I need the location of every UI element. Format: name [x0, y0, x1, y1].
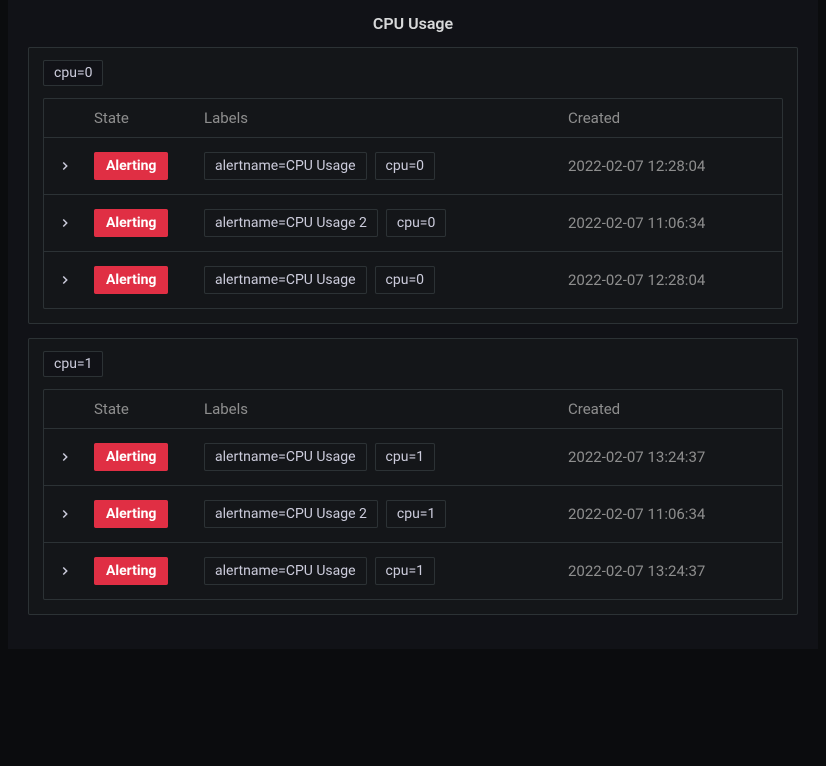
alert-panel: CPU Usage cpu=0 State Labels Created Ale… [8, 0, 818, 649]
labels-cell: alertname=CPU Usage cpu=1 [204, 443, 568, 471]
header-state: State [94, 109, 204, 127]
panel-title: CPU Usage [8, 0, 818, 47]
labels-cell: alertname=CPU Usage 2 cpu=1 [204, 500, 568, 528]
expand-toggle[interactable] [58, 564, 94, 578]
label-chip[interactable]: alertname=CPU Usage [204, 152, 367, 180]
label-chip[interactable]: alertname=CPU Usage [204, 557, 367, 585]
group-tag[interactable]: cpu=1 [43, 351, 103, 377]
state-badge: Alerting [94, 152, 168, 180]
expand-toggle[interactable] [58, 159, 94, 173]
chevron-right-icon [58, 564, 72, 578]
label-chip[interactable]: cpu=1 [386, 500, 446, 528]
created-timestamp: 2022-02-07 11:06:34 [568, 505, 768, 523]
header-labels: Labels [204, 400, 568, 418]
label-chip[interactable]: cpu=0 [375, 266, 435, 294]
chevron-right-icon [58, 450, 72, 464]
table-row: Alerting alertname=CPU Usage cpu=0 2022-… [44, 137, 782, 194]
label-chip[interactable]: alertname=CPU Usage [204, 443, 367, 471]
group-tag[interactable]: cpu=0 [43, 60, 103, 86]
labels-cell: alertname=CPU Usage cpu=0 [204, 152, 568, 180]
table-row: Alerting alertname=CPU Usage cpu=1 2022-… [44, 542, 782, 599]
header-created: Created [568, 109, 768, 127]
created-timestamp: 2022-02-07 12:28:04 [568, 271, 768, 289]
state-badge: Alerting [94, 443, 168, 471]
label-chip[interactable]: cpu=0 [386, 209, 446, 237]
state-badge: Alerting [94, 209, 168, 237]
labels-cell: alertname=CPU Usage cpu=1 [204, 557, 568, 585]
table-header: State Labels Created [44, 99, 782, 137]
labels-cell: alertname=CPU Usage cpu=0 [204, 266, 568, 294]
alert-group: cpu=1 State Labels Created Alerting aler… [28, 338, 798, 615]
label-chip[interactable]: cpu=1 [375, 443, 435, 471]
table-row: Alerting alertname=CPU Usage cpu=1 2022-… [44, 428, 782, 485]
alert-table: State Labels Created Alerting alertname=… [43, 98, 783, 309]
label-chip[interactable]: alertname=CPU Usage 2 [204, 500, 378, 528]
table-header: State Labels Created [44, 390, 782, 428]
expand-toggle[interactable] [58, 450, 94, 464]
expand-toggle[interactable] [58, 507, 94, 521]
chevron-right-icon [58, 507, 72, 521]
label-chip[interactable]: alertname=CPU Usage [204, 266, 367, 294]
state-badge: Alerting [94, 266, 168, 294]
expand-toggle[interactable] [58, 273, 94, 287]
label-chip[interactable]: cpu=0 [375, 152, 435, 180]
table-row: Alerting alertname=CPU Usage 2 cpu=0 202… [44, 194, 782, 251]
labels-cell: alertname=CPU Usage 2 cpu=0 [204, 209, 568, 237]
created-timestamp: 2022-02-07 13:24:37 [568, 562, 768, 580]
label-chip[interactable]: cpu=1 [375, 557, 435, 585]
label-chip[interactable]: alertname=CPU Usage 2 [204, 209, 378, 237]
header-labels: Labels [204, 109, 568, 127]
table-row: Alerting alertname=CPU Usage 2 cpu=1 202… [44, 485, 782, 542]
header-created: Created [568, 400, 768, 418]
chevron-right-icon [58, 216, 72, 230]
table-row: Alerting alertname=CPU Usage cpu=0 2022-… [44, 251, 782, 308]
header-state: State [94, 400, 204, 418]
chevron-right-icon [58, 159, 72, 173]
created-timestamp: 2022-02-07 12:28:04 [568, 157, 768, 175]
state-badge: Alerting [94, 500, 168, 528]
created-timestamp: 2022-02-07 11:06:34 [568, 214, 768, 232]
created-timestamp: 2022-02-07 13:24:37 [568, 448, 768, 466]
expand-toggle[interactable] [58, 216, 94, 230]
alert-group: cpu=0 State Labels Created Alerting aler… [28, 47, 798, 324]
state-badge: Alerting [94, 557, 168, 585]
chevron-right-icon [58, 273, 72, 287]
alert-table: State Labels Created Alerting alertname=… [43, 389, 783, 600]
